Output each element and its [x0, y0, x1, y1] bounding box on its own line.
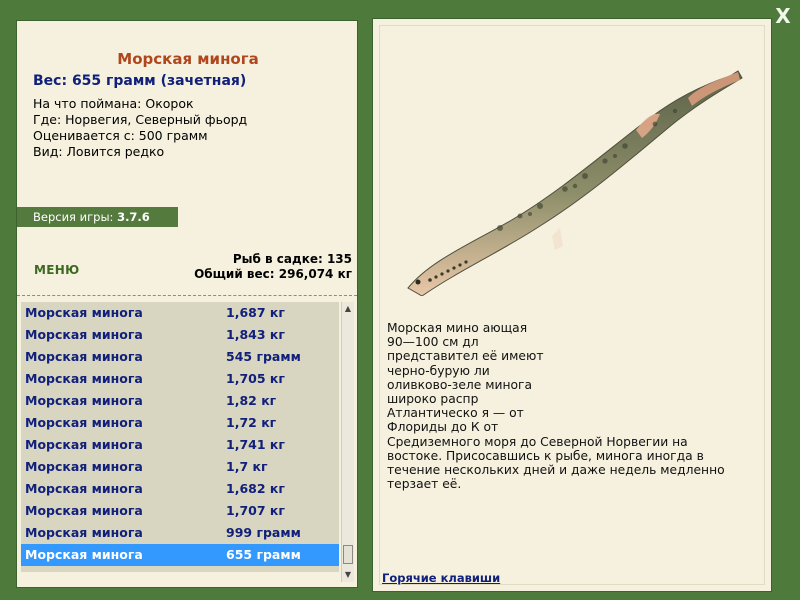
version-bar: Версия игры: 3.7.6: [17, 207, 178, 227]
fish-detail-panel: Морская мино ающая 90—100 см дл представ…: [372, 18, 772, 592]
catch-list[interactable]: Морская минога 1,687 кг Морская минога 1,84…: [21, 302, 339, 572]
list-item[interactable]: Морская минога 1,843 кг: [21, 324, 339, 346]
list-item[interactable]: Морская минога 1,682 кг: [21, 478, 339, 500]
list-item[interactable]: Морская минога 1,705 кг: [21, 368, 339, 390]
list-item-weight: 545 грамм: [226, 349, 301, 364]
list-item-weight: 999 грамм: [226, 525, 301, 540]
list-item-weight: 655 грамм: [226, 547, 301, 562]
list-item-weight: 1,82 кг: [226, 393, 277, 408]
list-item[interactable]: Морская минога 1,7 кг: [21, 456, 339, 478]
version-label: Версия игры:: [33, 210, 118, 224]
list-item[interactable]: Морская минога 1,72 кг: [21, 412, 339, 434]
list-item-weight: 1,741 кг: [226, 437, 285, 452]
fish-count: Рыб в садке: 135: [232, 252, 352, 266]
list-item-weight: 1,7 кг: [226, 459, 268, 474]
list-item-name: Морская минога: [25, 305, 143, 320]
list-item-weight: 1,687 кг: [226, 305, 285, 320]
list-item-name: Морская минога: [25, 547, 143, 562]
close-button[interactable]: X: [773, 4, 793, 28]
close-icon: X: [775, 4, 791, 28]
list-item-name: Морская минога: [25, 415, 143, 430]
list-item-name: Морская минога: [25, 503, 143, 518]
fish-title: Морская минога: [117, 50, 259, 68]
list-item-weight: 1,707 кг: [226, 503, 285, 518]
list-item[interactable]: Морская минога 655 грамм: [21, 544, 339, 566]
list-item-name: Морская минога: [25, 371, 143, 386]
scroll-thumb[interactable]: [343, 545, 353, 564]
list-item-name: Морская минога: [25, 327, 143, 342]
list-item-name: Морская минога: [25, 393, 143, 408]
list-scrollbar[interactable]: ▲ ▼: [341, 302, 354, 582]
list-item[interactable]: Морская минога 1,82 кг: [21, 390, 339, 412]
list-item-name: Морская минога: [25, 481, 143, 496]
list-item[interactable]: Морская минога 545 грамм: [21, 346, 339, 368]
list-item-weight: 1,705 кг: [226, 371, 285, 386]
hotkeys-link[interactable]: Горячие клавиши: [382, 571, 500, 585]
fish-info-panel: Морская минога Вес: 655 грамм (зачетная)…: [16, 20, 358, 588]
list-item-weight: 1,843 кг: [226, 327, 285, 342]
info-location: Где: Норвегия, Северный фьорд: [33, 112, 248, 127]
total-weight: Общий вес: 296,074 кг: [194, 267, 352, 281]
list-item[interactable]: Морская минога 1,707 кг: [21, 500, 339, 522]
info-rarity: Вид: Ловится редко: [33, 144, 165, 159]
catch-stats: Рыб в садке: 135 Общий вес: 296,074 кг: [194, 252, 352, 282]
fish-weight: Вес: 655 грамм (зачетная): [33, 73, 247, 89]
list-item-name: Морская минога: [25, 459, 143, 474]
menu-button[interactable]: МЕНЮ: [34, 263, 79, 277]
arrow-up-icon[interactable]: ▲: [342, 303, 354, 315]
info-bait: На что поймана: Окорок: [33, 96, 194, 111]
info-value: Оценивается с: 500 грамм: [33, 128, 208, 143]
divider: [17, 295, 357, 296]
list-item[interactable]: Морская минога 1,741 кг: [21, 434, 339, 456]
version-value: 3.7.6: [117, 210, 150, 224]
fish-detail-content: Морская мино ающая 90—100 см дл представ…: [379, 25, 765, 585]
arrow-down-icon[interactable]: ▼: [342, 569, 354, 581]
list-item[interactable]: Морская минога 999 грамм: [21, 522, 339, 544]
list-item-name: Морская минога: [25, 437, 143, 452]
list-item-name: Морская минога: [25, 349, 143, 364]
fish-description: Морская мино ающая 90—100 см дл представ…: [387, 321, 725, 492]
list-item-weight: 1,682 кг: [226, 481, 285, 496]
list-item[interactable]: Морская минога 1,687 кг: [21, 302, 339, 324]
list-item-name: Морская минога: [25, 525, 143, 540]
list-item-weight: 1,72 кг: [226, 415, 277, 430]
lamprey-image: [407, 70, 743, 296]
